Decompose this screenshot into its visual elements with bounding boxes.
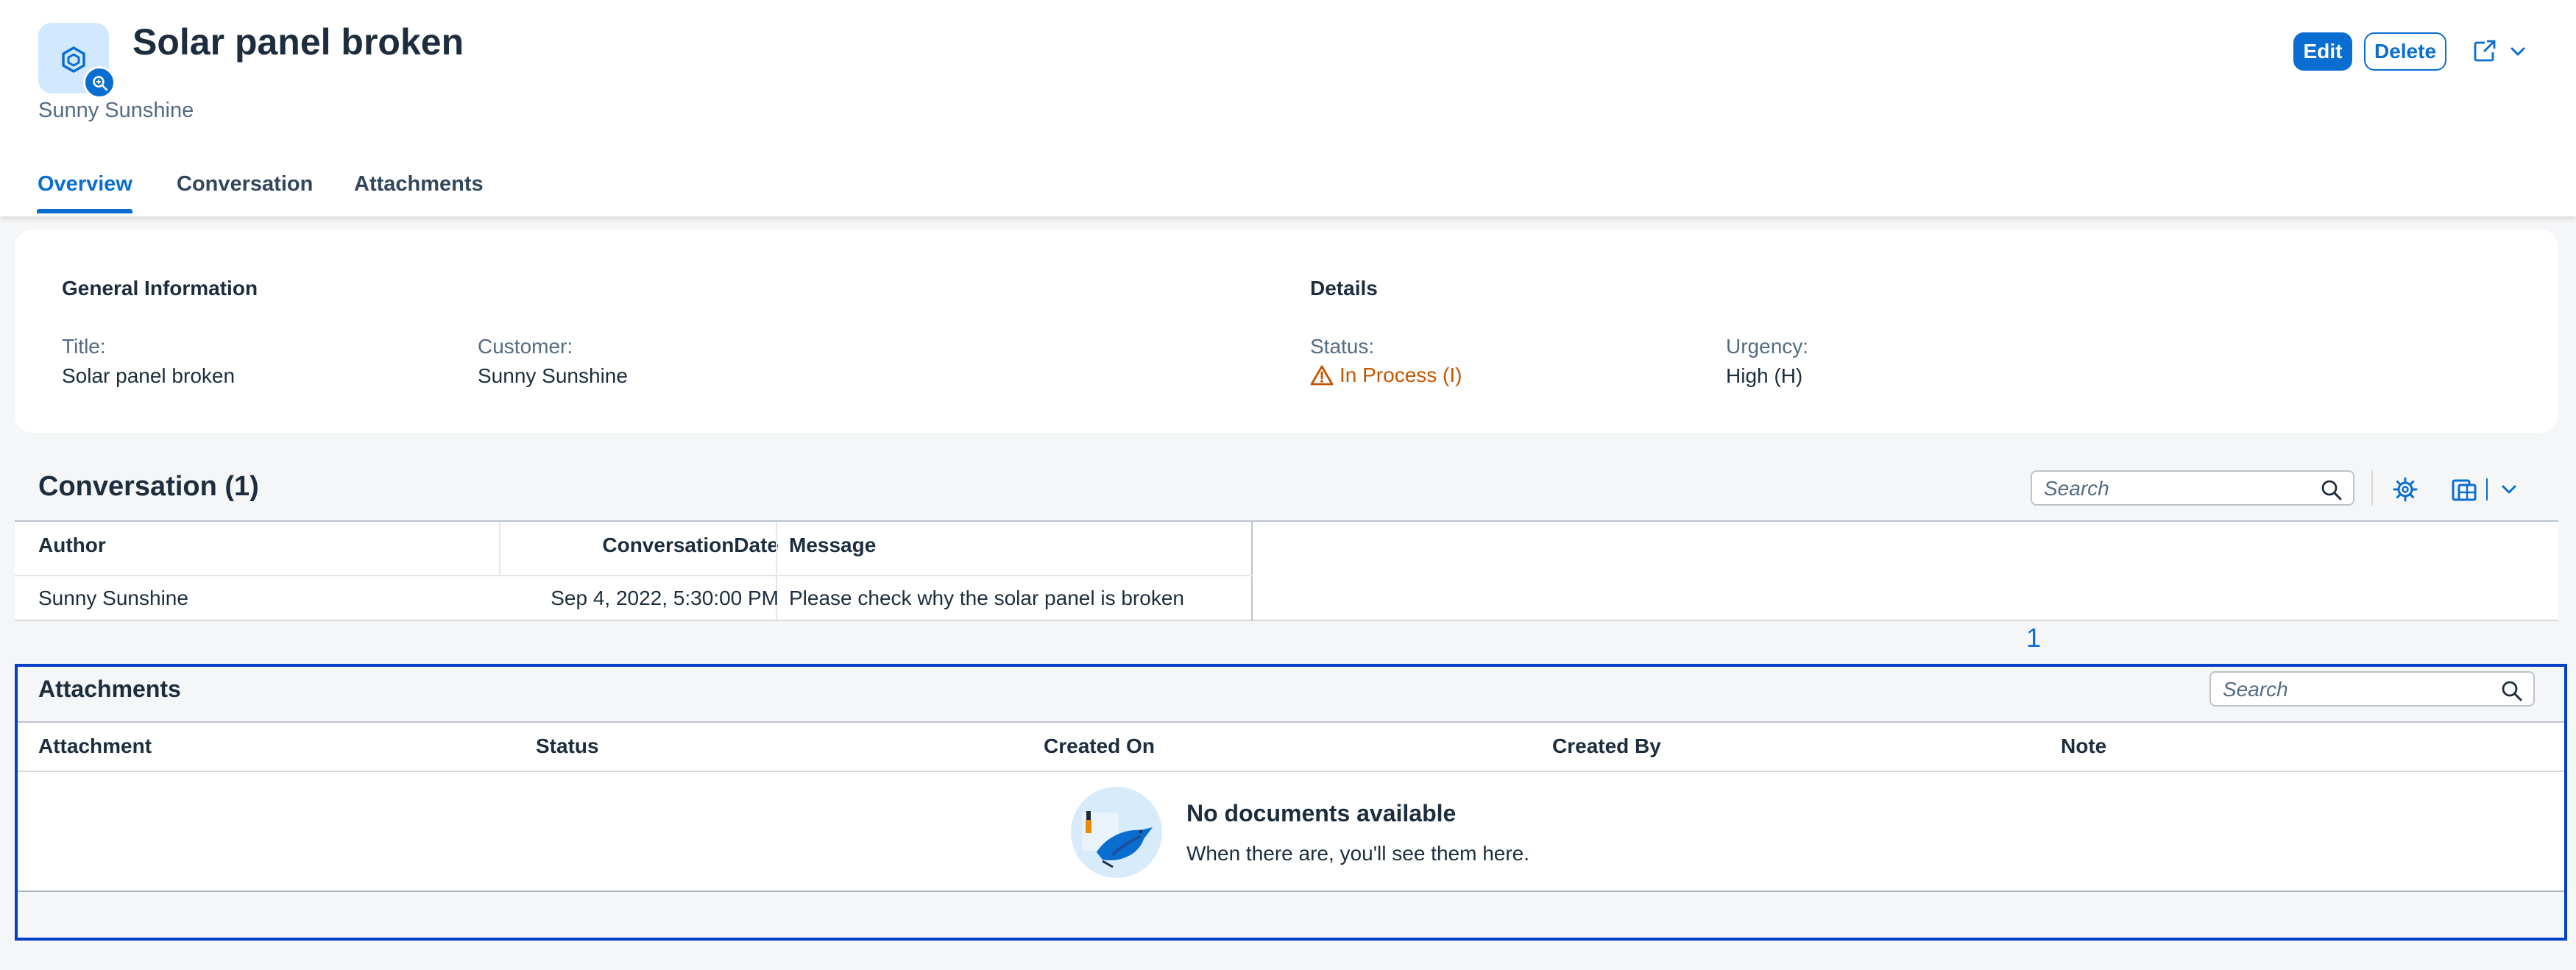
- page-title: Solar panel broken: [132, 21, 464, 63]
- split-button-divider: [2486, 478, 2488, 500]
- conversation-title: Conversation (1): [38, 471, 259, 502]
- conversation-search-input[interactable]: [2042, 475, 2315, 503]
- status-value: In Process (I): [1310, 364, 1462, 387]
- customer-value: Sunny Sunshine: [478, 364, 628, 387]
- export-spreadsheet-icon[interactable]: [2451, 476, 2477, 503]
- cube-icon: [62, 46, 85, 73]
- zoom-in-icon[interactable]: [83, 66, 116, 99]
- cell-conversation-date: Sep 4, 2022, 5:30:00 PM: [551, 587, 779, 609]
- row-count-indicator: 1: [2026, 623, 2042, 653]
- conversation-table: Author ConversationDate Message Sunny Su…: [15, 520, 2558, 621]
- customer-label: Customer:: [478, 335, 573, 358]
- settings-icon[interactable]: [2393, 477, 2418, 502]
- object-page-header: Solar panel broken Sunny Sunshine Edit D…: [0, 0, 2576, 216]
- details-heading: Details: [1310, 277, 1378, 300]
- edit-button[interactable]: Edit: [2293, 32, 2352, 71]
- column-header-conversation-date[interactable]: ConversationDate: [258, 534, 779, 557]
- toolbar-separator: [2371, 470, 2373, 506]
- attachments-search-input[interactable]: [2221, 676, 2495, 704]
- search-icon[interactable]: [2321, 479, 2343, 501]
- search-icon[interactable]: [2501, 680, 2523, 702]
- column-divider: [1251, 522, 1253, 621]
- column-header-message[interactable]: Message: [789, 534, 876, 557]
- title-label: Title:: [62, 335, 106, 358]
- cell-message: Please check why the solar panel is brok…: [789, 587, 1184, 609]
- empty-state-title: No documents available: [1186, 800, 1457, 826]
- attachments-search-field[interactable]: [2209, 671, 2535, 707]
- page-subtitle: Sunny Sunshine: [38, 99, 194, 122]
- column-header-author[interactable]: Author: [38, 534, 106, 557]
- delete-button[interactable]: Delete: [2364, 32, 2446, 71]
- general-information-heading: General Information: [62, 277, 258, 300]
- empty-state-illustration: [1071, 787, 1162, 878]
- share-menu-button[interactable]: [2466, 32, 2533, 71]
- empty-state-description: When there are, you'll see them here.: [1186, 842, 1530, 865]
- overview-card: [15, 230, 2558, 433]
- column-header-note[interactable]: Note: [2061, 734, 2106, 758]
- cell-author: Sunny Sunshine: [38, 587, 188, 609]
- header-row-divider: [15, 575, 1253, 576]
- chevron-down-icon[interactable]: [2499, 480, 2519, 499]
- column-header-attachment[interactable]: Attachment: [38, 734, 152, 758]
- column-header-created-on[interactable]: Created On: [1044, 734, 1155, 758]
- status-label: Status:: [1310, 335, 1375, 358]
- chevron-down-icon: [2510, 47, 2525, 56]
- attachments-title: Attachments: [38, 676, 181, 702]
- column-divider: [499, 522, 500, 575]
- column-header-created-by[interactable]: Created By: [1552, 734, 1661, 758]
- conversation-search-field[interactable]: [2031, 470, 2354, 506]
- status-text: In Process (I): [1340, 364, 1462, 386]
- tab-conversation[interactable]: Conversation: [177, 172, 313, 197]
- urgency-value: High (H): [1726, 364, 1803, 387]
- title-value: Solar panel broken: [62, 364, 236, 387]
- header-row-divider: [18, 771, 2564, 772]
- urgency-label: Urgency:: [1726, 335, 1809, 358]
- tab-attachments[interactable]: Attachments: [354, 172, 484, 197]
- warning-icon: [1310, 365, 1334, 386]
- tab-overview[interactable]: Overview: [38, 172, 132, 197]
- active-tab-indicator: [37, 209, 132, 213]
- share-icon: [2474, 40, 2496, 62]
- column-header-status[interactable]: Status: [536, 734, 599, 758]
